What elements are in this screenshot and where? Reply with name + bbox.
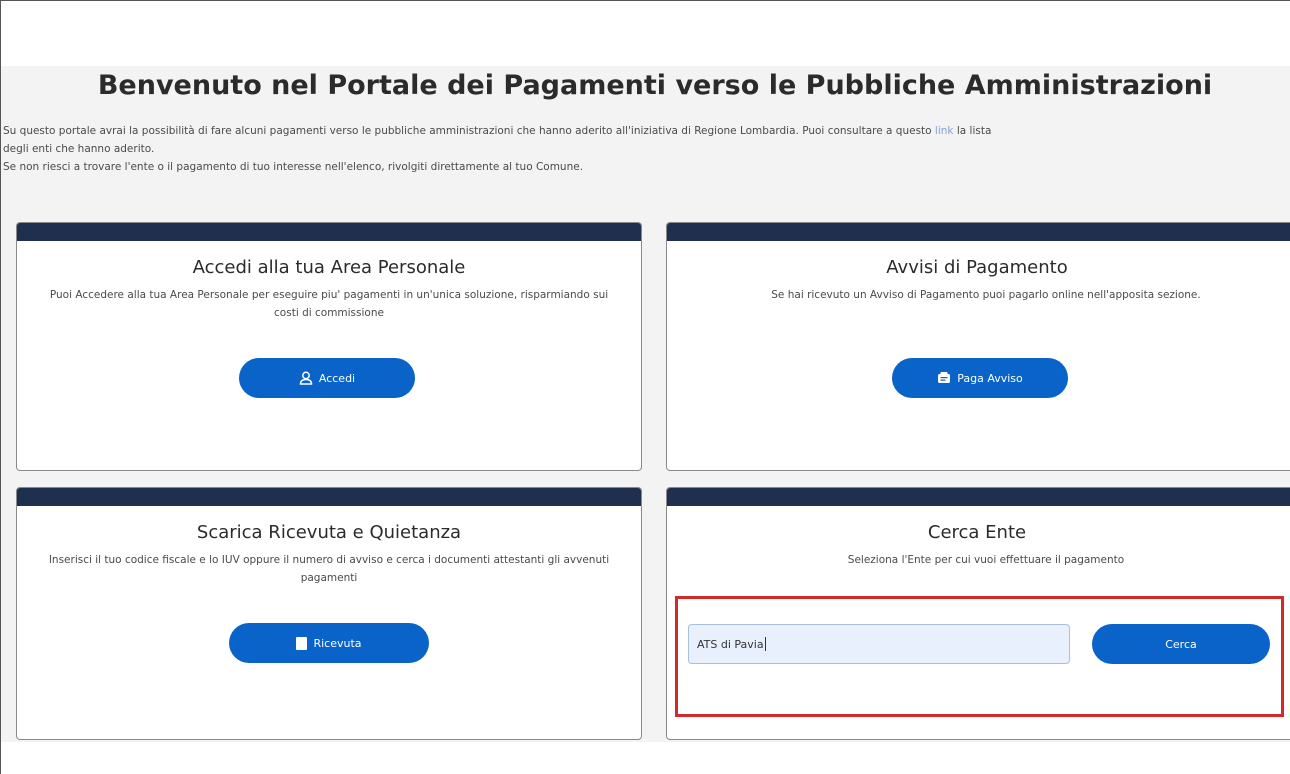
card-title: Scarica Ricevuta e Quietanza	[196, 522, 462, 543]
card-description: Inserisci il tuo codice fiscale e lo IUV…	[48, 554, 610, 584]
invoice-icon	[938, 372, 951, 383]
text-caret	[764, 637, 766, 651]
ricevuta-button-label: Ricevuta	[313, 636, 362, 650]
intro-line1-tail: la lista	[953, 125, 992, 137]
enti-list-link[interactable]: link	[935, 125, 954, 137]
card-scarica-ricevuta: Scarica Ricevuta e Quietanza Inserisci i…	[16, 487, 642, 740]
accedi-button-label: Accedi	[318, 371, 356, 385]
intro-paragraph: Su questo portale avrai la possibilità d…	[3, 122, 1290, 140]
intro-line2: degli enti che hanno aderito.	[3, 143, 155, 155]
intro-text: Su questo portale avrai la possibilità d…	[3, 122, 1290, 176]
ricevuta-button[interactable]: Ricevuta	[229, 623, 429, 663]
card-header-bar	[667, 488, 1290, 506]
user-icon	[299, 371, 313, 385]
cerca-button-label: Cerca	[1165, 637, 1197, 651]
paga-avviso-button-label: Paga Avviso	[957, 371, 1023, 385]
card-avvisi-pagamento: Avvisi di Pagamento Se hai ricevuto un A…	[666, 222, 1290, 471]
card-title: Avvisi di Pagamento	[886, 257, 1068, 278]
card-header-bar	[667, 223, 1290, 241]
page-title: Benvenuto nel Portale dei Pagamenti vers…	[97, 70, 1213, 101]
paga-avviso-button[interactable]: Paga Avviso	[892, 358, 1068, 398]
accedi-button[interactable]: Accedi	[239, 358, 415, 398]
card-header-bar	[17, 223, 641, 241]
card-description: Se hai ricevuto un Avviso di Pagamento p…	[771, 289, 1201, 301]
ente-search-input[interactable]: ATS di Pavia	[688, 624, 1070, 664]
cerca-button[interactable]: Cerca	[1092, 624, 1270, 664]
card-description: Puoi Accedere alla tua Area Personale pe…	[49, 289, 609, 319]
card-area-personale: Accedi alla tua Area Personale Puoi Acce…	[16, 222, 642, 471]
card-header-bar	[17, 488, 641, 506]
card-title: Cerca Ente	[927, 522, 1027, 543]
card-title: Accedi alla tua Area Personale	[192, 257, 466, 278]
intro-line3: Se non riesci a trovare l'ente o il paga…	[3, 161, 584, 173]
card-description: Seleziona l'Ente per cui vuoi effettuare…	[847, 554, 1125, 566]
ente-search-value: ATS di Pavia	[697, 637, 764, 651]
document-icon	[296, 636, 308, 650]
intro-line1-text: Su questo portale avrai la possibilità d…	[3, 125, 935, 137]
